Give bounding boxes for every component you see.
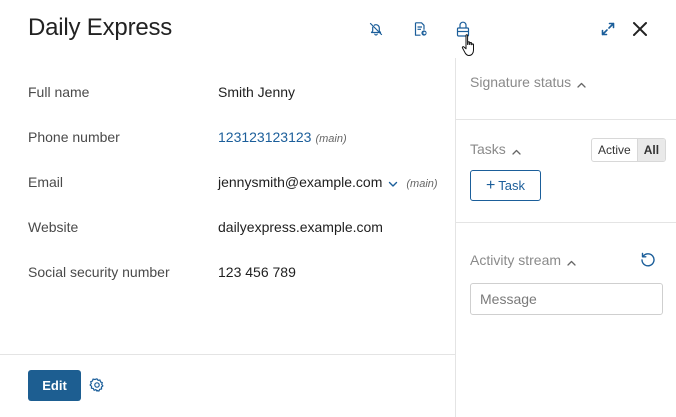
field-label: Email	[28, 174, 64, 190]
field-row-email: Email jennysmith@example.com (main)	[28, 172, 448, 194]
field-label: Website	[28, 219, 79, 235]
document-icon[interactable]	[409, 18, 431, 40]
main-tag: (main)	[315, 133, 347, 145]
gear-icon[interactable]	[89, 377, 105, 393]
divider	[456, 222, 676, 223]
field-value-wrap: 123123123123 (main)	[218, 129, 347, 145]
activity-stream-title: Activity stream	[470, 252, 562, 268]
field-label: Full name	[28, 84, 90, 100]
field-label: Social security number	[28, 264, 170, 280]
website-link[interactable]: dailyexpress.example.com	[218, 219, 383, 235]
chevron-up-icon	[577, 75, 586, 91]
field-value: 123 456 789	[218, 264, 296, 280]
divider	[456, 119, 676, 120]
close-icon[interactable]	[629, 18, 651, 40]
field-value-wrap: jennysmith@example.com (main)	[218, 174, 438, 191]
field-label: Phone number	[28, 129, 120, 145]
add-task-label: Task	[498, 178, 526, 193]
activity-stream-header[interactable]: Activity stream	[470, 252, 576, 269]
field-row-ssn: Social security number 123 456 789	[28, 262, 448, 284]
edit-button[interactable]: Edit	[28, 370, 81, 401]
filter-all-option[interactable]: All	[636, 139, 666, 161]
field-row-phone: Phone number 123123123123 (main)	[28, 127, 448, 149]
field-value: Smith Jenny	[218, 84, 296, 100]
chevron-up-icon	[512, 142, 521, 158]
chevron-up-icon	[567, 253, 576, 269]
side-panel: Signature status Tasks Active All + Task …	[456, 58, 676, 417]
field-row-full-name: Full name Smith Jenny	[28, 82, 448, 104]
email-value[interactable]: jennysmith@example.com	[218, 174, 382, 190]
refresh-icon[interactable]	[639, 251, 657, 269]
phone-link[interactable]: 123123123123	[218, 129, 311, 145]
filter-active-option[interactable]: Active	[592, 139, 637, 161]
tasks-title: Tasks	[470, 141, 506, 157]
add-task-button[interactable]: + Task	[470, 170, 541, 201]
main-tag: (main)	[406, 178, 438, 190]
card-header: Daily Express	[0, 0, 676, 58]
task-filter-toggle: Active All	[591, 138, 667, 162]
page-title: Daily Express	[28, 14, 173, 41]
field-row-website: Website dailyexpress.example.com	[28, 217, 448, 239]
lock-icon[interactable]	[452, 18, 474, 40]
signature-status-title: Signature status	[470, 74, 572, 90]
tasks-header[interactable]: Tasks	[470, 141, 521, 158]
plus-icon: +	[485, 176, 496, 194]
signature-status-header[interactable]: Signature status	[470, 74, 586, 91]
bell-off-icon[interactable]	[365, 18, 387, 40]
chevron-down-icon[interactable]	[388, 175, 398, 191]
expand-icon[interactable]	[597, 18, 619, 40]
message-input[interactable]	[470, 283, 663, 315]
card-footer: Edit	[0, 354, 455, 417]
